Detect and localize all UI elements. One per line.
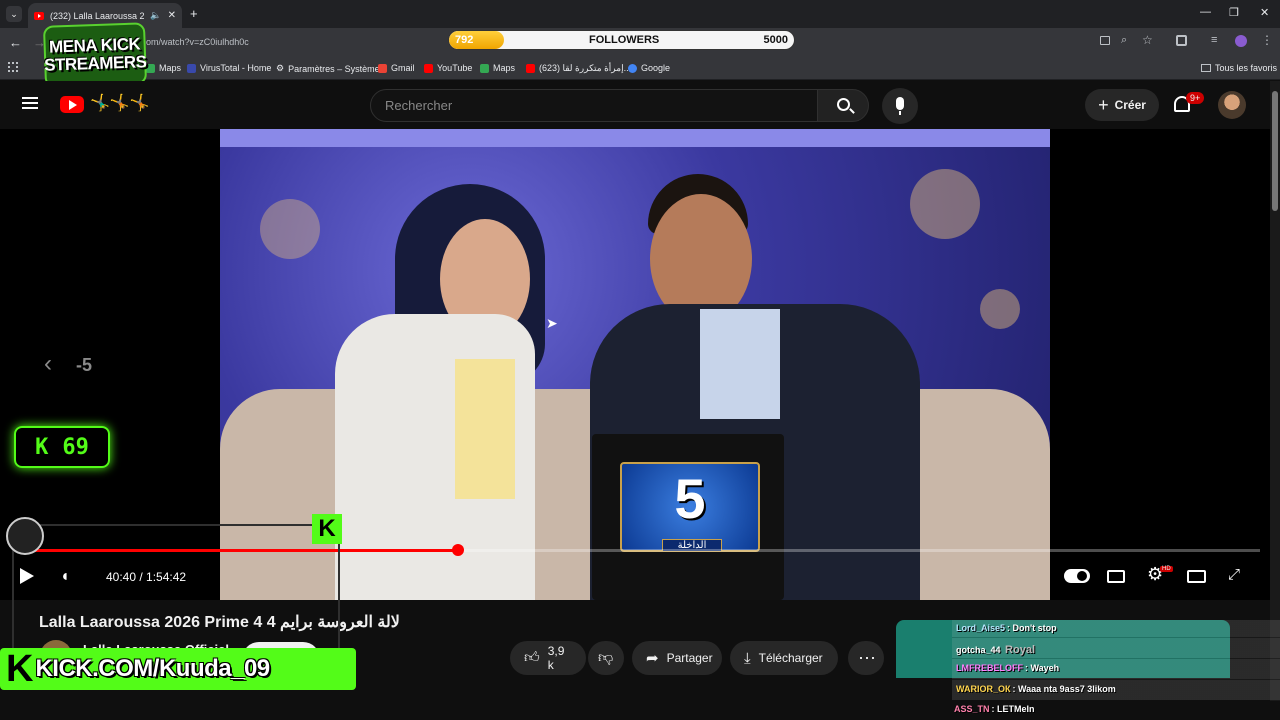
download-icon: ⤓ bbox=[744, 649, 751, 667]
search-button[interactable] bbox=[817, 89, 869, 122]
media-controls-icon[interactable]: ≡ bbox=[1211, 34, 1217, 46]
bookmark-virustotal[interactable]: VirusTotal - Home bbox=[187, 63, 271, 73]
close-window-button[interactable]: ✕ bbox=[1260, 6, 1269, 19]
mena-kick-streamers-logo: MENA KICK STREAMERS bbox=[42, 22, 148, 88]
plus-icon: + bbox=[1098, 94, 1109, 115]
player-right-letterbox bbox=[1050, 129, 1270, 600]
miniplayer-icon[interactable] bbox=[1187, 570, 1206, 583]
kick-k-icon: K bbox=[6, 647, 34, 690]
google-icon bbox=[628, 63, 637, 73]
kick-channel-banner: K KICK.COM/Kuuda_09 bbox=[0, 648, 356, 690]
tab-close-icon[interactable]: ✕ bbox=[168, 10, 176, 21]
kick-overlay-frame bbox=[12, 524, 340, 658]
followers-goal-bar: 792 FOLLOWERS 5000 bbox=[448, 30, 795, 50]
gear-icon: ⚙ bbox=[276, 63, 285, 73]
doodle-figures-icon[interactable]: 🤸‍♂️🤸🤸 bbox=[90, 93, 150, 113]
followers-label: FOLLOWERS bbox=[589, 34, 660, 46]
tab-audio-icon: 🔈 bbox=[150, 10, 162, 20]
bookmark-google[interactable]: Google bbox=[628, 63, 670, 73]
youtube-icon bbox=[526, 64, 535, 73]
bookmark-maps[interactable]: Maps bbox=[146, 63, 181, 73]
back-icon[interactable]: ← bbox=[9, 35, 22, 50]
kick-logo-icon: K bbox=[312, 514, 342, 544]
kick-channel-url: KICK.COM/Kuuda_09 bbox=[35, 655, 270, 682]
video-frame[interactable]: 5 الداخلة bbox=[220, 129, 1050, 600]
autoplay-toggle[interactable] bbox=[1064, 569, 1090, 583]
notification-count-badge: 9+ bbox=[1186, 92, 1205, 104]
rewind-seconds-label: -5 bbox=[76, 355, 93, 375]
dislike-button[interactable]: 👎︎ bbox=[588, 641, 624, 675]
account-avatar[interactable] bbox=[1218, 91, 1246, 119]
profile-icon[interactable] bbox=[1235, 35, 1247, 47]
tab-search-button[interactable]: ⌄ bbox=[6, 6, 22, 22]
subtitles-icon[interactable] bbox=[1107, 570, 1125, 583]
bookmarks-bar: Maps VirusTotal - Home ⚙ Paramètres – Sys… bbox=[0, 58, 1280, 80]
minimize-button[interactable]: — bbox=[1200, 6, 1211, 18]
rewind-chevron-icon[interactable]: ‹ bbox=[44, 350, 52, 378]
gmail-icon bbox=[378, 63, 387, 73]
address-bar[interactable]: om/watch?v=zC0iulhdh0c bbox=[146, 37, 249, 47]
more-actions-button[interactable]: ⋯ bbox=[848, 641, 884, 675]
chat-message: gotcha_44 Royal bbox=[956, 644, 1036, 656]
maps-icon bbox=[146, 63, 155, 73]
thumbs-down-icon: 👎︎ bbox=[598, 649, 614, 666]
chat-message: LMFREBELOFF: Wayeh bbox=[956, 663, 1060, 673]
fullscreen-icon[interactable]: ⤢ bbox=[1228, 566, 1240, 583]
youtube-icon bbox=[424, 63, 433, 73]
like-button[interactable]: 👍︎ 3,9 k bbox=[510, 641, 586, 675]
bookmark-star-icon[interactable]: ☆ bbox=[1142, 33, 1153, 47]
seek-bar-handle[interactable] bbox=[451, 544, 464, 556]
thumbs-up-icon: 👍︎ bbox=[524, 649, 540, 666]
followers-current: 792 bbox=[455, 34, 474, 46]
bookmark-youtube[interactable]: YouTube bbox=[424, 63, 472, 73]
chat-message: WARIOR_ОК: Waaa nta 9ass7 3likom bbox=[956, 684, 1116, 694]
bookmark-video[interactable]: (623) إمرأة متكررة لقا... bbox=[526, 63, 631, 74]
bookmark-parametres[interactable]: ⚙ Paramètres – Système bbox=[276, 63, 380, 74]
team-badge-icon bbox=[6, 517, 44, 555]
apps-grid-icon[interactable] bbox=[8, 62, 18, 72]
maps-icon bbox=[480, 63, 489, 73]
number-screen: 5 الداخلة bbox=[592, 434, 784, 600]
extensions-icon[interactable] bbox=[1176, 35, 1187, 46]
share-button[interactable]: ➦ Partager bbox=[632, 641, 722, 675]
tab-title: (232) Lalla Laaroussa 2026 F bbox=[50, 10, 145, 21]
share-arrow-icon: ➦ bbox=[646, 650, 659, 667]
kick-k-icon: K bbox=[35, 434, 49, 460]
voice-search-button[interactable] bbox=[882, 88, 918, 124]
virustotal-icon bbox=[187, 63, 196, 73]
hd-badge: HD bbox=[1160, 566, 1173, 572]
create-button[interactable]: + Créer bbox=[1085, 89, 1159, 121]
restore-button[interactable]: ❐ bbox=[1229, 6, 1239, 19]
bookmark-gmail[interactable]: Gmail bbox=[378, 63, 415, 73]
microphone-icon bbox=[896, 97, 904, 110]
followers-goal: 5000 bbox=[763, 34, 788, 46]
menu-kebab-icon[interactable]: ⋮ bbox=[1261, 33, 1273, 47]
viewer-count: 69 bbox=[62, 434, 89, 460]
zoom-icon[interactable]: ⌕ bbox=[1121, 34, 1127, 47]
page-scrollbar[interactable] bbox=[1270, 81, 1280, 701]
all-bookmarks[interactable]: Tous les favoris bbox=[1201, 63, 1277, 73]
search-input[interactable]: Rechercher bbox=[370, 89, 818, 122]
youtube-favicon-icon bbox=[34, 11, 44, 20]
browser-tab-strip: ⌄ (232) Lalla Laaroussa 2026 F 🔈 ✕ + — ❐… bbox=[0, 0, 1280, 28]
download-button[interactable]: ⤓ Télécharger bbox=[730, 641, 838, 675]
cast-icon[interactable] bbox=[1100, 36, 1110, 45]
youtube-logo[interactable] bbox=[60, 96, 84, 113]
hamburger-menu-icon[interactable] bbox=[22, 97, 38, 109]
folder-icon bbox=[1201, 64, 1211, 72]
screen-number: 5 bbox=[674, 467, 706, 530]
new-tab-button[interactable]: + bbox=[190, 6, 198, 21]
kick-viewer-count: K 69 bbox=[14, 426, 110, 468]
chat-message: Lord_Aise5: Don't stop bbox=[956, 623, 1057, 633]
chat-message: ASS_TN: LETMeIn bbox=[954, 704, 1035, 714]
bookmark-maps-2[interactable]: Maps bbox=[480, 63, 515, 73]
mouse-cursor-icon: ➤ bbox=[546, 315, 558, 331]
